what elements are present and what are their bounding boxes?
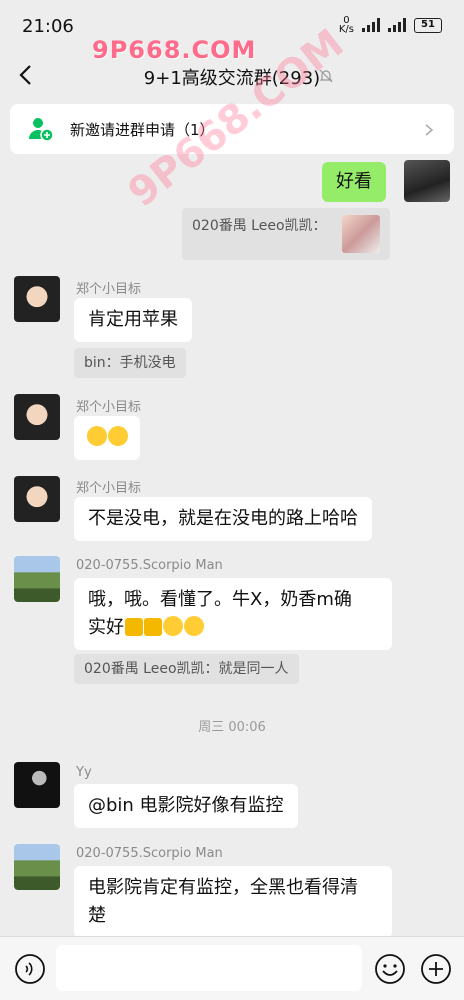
watermark-logo: 9P668.COM [92,36,257,64]
chevron-right-icon [422,122,436,136]
add-user-icon [26,115,54,143]
status-icons: 0 K/s 51 [338,15,442,35]
sender-name: 郑个小目标 [76,400,142,415]
input-bar [0,936,464,1000]
quoted-message[interactable]: 020番禺 Leeo凯凯：就是同一人 [74,654,299,684]
message-bubble[interactable]: 肯定用苹果 [74,298,192,342]
avatar[interactable] [14,476,60,522]
thinking-emoji-icon [108,426,128,446]
time-divider: 周三 00:06 [198,720,266,735]
plus-icon[interactable] [420,953,452,985]
thinking-emoji-icon [87,426,107,446]
thumbs-up-emoji-icon [125,618,143,636]
net-speed: 0 K/s [338,15,354,35]
sender-name: 020-0755.Scorpio Man [76,558,223,573]
signal-icon [388,18,406,32]
message-bubble[interactable]: @bin 电影院好像有监控 [74,784,298,828]
voice-icon[interactable] [14,953,46,985]
message-bubble[interactable]: 哦，哦。看懂了。牛X，奶香m确 实好 [74,578,392,650]
thumbs-up-emoji-icon [144,618,162,636]
quoted-image-thumbnail [342,215,380,253]
quoted-message[interactable]: bin：手机没电 [74,348,186,378]
page-title: 9+1高级交流群(293) [143,68,321,89]
battery-icon: 51 [414,17,442,33]
avatar[interactable] [14,394,60,440]
avatar[interactable] [14,276,60,322]
status-time: 21:06 [22,16,74,37]
quoted-message[interactable]: 020番禺 Leeo凯凯： [182,208,390,260]
sender-name: Yy [76,765,92,780]
666-emoji-icon [184,616,204,636]
avatar[interactable] [14,556,60,602]
sender-name: 郑个小目标 [76,282,142,297]
666-emoji-icon [163,616,183,636]
avatar[interactable] [14,844,60,890]
avatar-self[interactable] [404,160,450,202]
sender-name: 020-0755.Scorpio Man [76,846,223,861]
emoji-icon[interactable] [374,953,406,985]
message-bubble[interactable]: 不是没电，就是在没电的路上哈哈 [74,497,372,541]
message-bubble[interactable]: 电影院肯定有监控，全黑也看得清 楚 [74,866,392,938]
avatar[interactable] [14,762,60,808]
message-bubble[interactable] [74,416,140,460]
sender-name: 郑个小目标 [76,481,142,496]
message-input[interactable] [56,945,362,991]
signal-icon [362,18,380,32]
message-bubble-self[interactable]: 好看 [322,162,386,202]
